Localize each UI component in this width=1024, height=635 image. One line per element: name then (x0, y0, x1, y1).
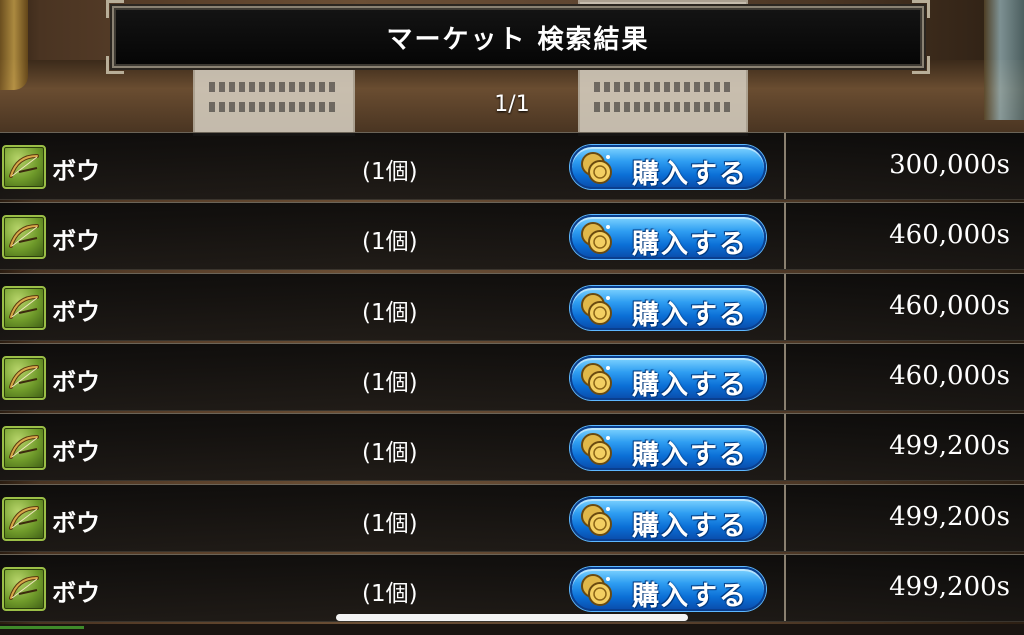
item-price: 460,000s (889, 291, 1010, 321)
buy-button[interactable]: 購入する (570, 356, 766, 401)
frame-corner-ornament (106, 56, 124, 74)
buy-button-label: 購入する (632, 511, 748, 542)
buy-button[interactable]: 購入する (570, 286, 766, 331)
bow-icon (2, 356, 46, 400)
buy-button[interactable]: 購入する (570, 215, 766, 260)
buy-button[interactable]: 購入する (570, 145, 766, 190)
item-name: ボウ (52, 157, 100, 185)
coin-icon (581, 293, 612, 325)
page-indicator: 1/1 (494, 92, 530, 117)
buy-button[interactable]: 購入する (570, 497, 766, 542)
buy-button-label: 購入する (632, 370, 748, 401)
page-title: マーケット 検索結果 (386, 24, 650, 55)
item-quantity: (1個) (362, 370, 418, 396)
buy-button[interactable]: 購入する (570, 567, 766, 612)
item-quantity: (1個) (362, 511, 418, 537)
listing-row[interactable]: ボウ (1個) 購入する 300,000s (0, 132, 1024, 200)
home-indicator-bar[interactable] (336, 614, 688, 621)
item-price: 499,200s (889, 431, 1010, 461)
column-divider (784, 485, 786, 551)
bottom-strip (0, 624, 1024, 635)
item-name: ボウ (52, 298, 100, 326)
item-quantity: (1個) (362, 581, 418, 607)
bow-icon (2, 497, 46, 541)
coin-icon (581, 222, 612, 254)
listing-row[interactable]: ボウ (1個) 購入する 499,200s (0, 413, 1024, 481)
frame-corner-ornament (912, 0, 930, 18)
coin-icon (581, 504, 612, 536)
item-price: 300,000s (889, 150, 1010, 180)
coin-icon (581, 574, 612, 606)
listing-row[interactable]: ボウ (1個) 購入する 460,000s (0, 202, 1024, 270)
bow-icon (2, 145, 46, 189)
item-name: ボウ (52, 579, 100, 607)
background-ornament (0, 0, 28, 90)
listing-row[interactable]: ボウ (1個) 購入する 460,000s (0, 273, 1024, 341)
bottom-progress (0, 626, 84, 629)
coin-icon (581, 363, 612, 395)
coin-icon (581, 433, 612, 465)
frame-corner-ornament (912, 56, 930, 74)
buy-button-label: 購入する (632, 440, 748, 471)
item-name: ボウ (52, 509, 100, 537)
listing-row[interactable]: ボウ (1個) 購入する 499,200s (0, 554, 1024, 622)
item-name: ボウ (52, 438, 100, 466)
buy-button-label: 購入する (632, 300, 748, 331)
bow-icon (2, 286, 46, 330)
title-bar: マーケット 検索結果 (106, 0, 930, 74)
frame-corner-ornament (106, 0, 124, 18)
column-divider (784, 203, 786, 269)
bow-icon (2, 426, 46, 470)
bow-icon (2, 567, 46, 611)
item-price: 499,200s (889, 502, 1010, 532)
buy-button-label: 購入する (632, 159, 748, 190)
column-divider (784, 555, 786, 621)
column-divider (784, 414, 786, 480)
item-price: 499,200s (889, 572, 1010, 602)
column-divider (784, 274, 786, 340)
item-name: ボウ (52, 368, 100, 396)
item-quantity: (1個) (362, 159, 418, 185)
market-listing-list[interactable]: ボウ (1個) 購入する 300,000s ボウ (1個) 購入する 460,0… (0, 132, 1024, 624)
buy-button-label: 購入する (632, 229, 748, 260)
listing-row[interactable]: ボウ (1個) 購入する 499,200s (0, 484, 1024, 552)
item-price: 460,000s (889, 361, 1010, 391)
bow-icon (2, 215, 46, 259)
buy-button-label: 購入する (632, 581, 748, 612)
item-quantity: (1個) (362, 440, 418, 466)
item-name: ボウ (52, 227, 100, 255)
column-divider (784, 344, 786, 410)
coin-icon (581, 152, 612, 184)
column-divider (784, 133, 786, 199)
item-quantity: (1個) (362, 300, 418, 326)
listing-row[interactable]: ボウ (1個) 購入する 460,000s (0, 343, 1024, 411)
buy-button[interactable]: 購入する (570, 426, 766, 471)
item-quantity: (1個) (362, 229, 418, 255)
item-price: 460,000s (889, 220, 1010, 250)
